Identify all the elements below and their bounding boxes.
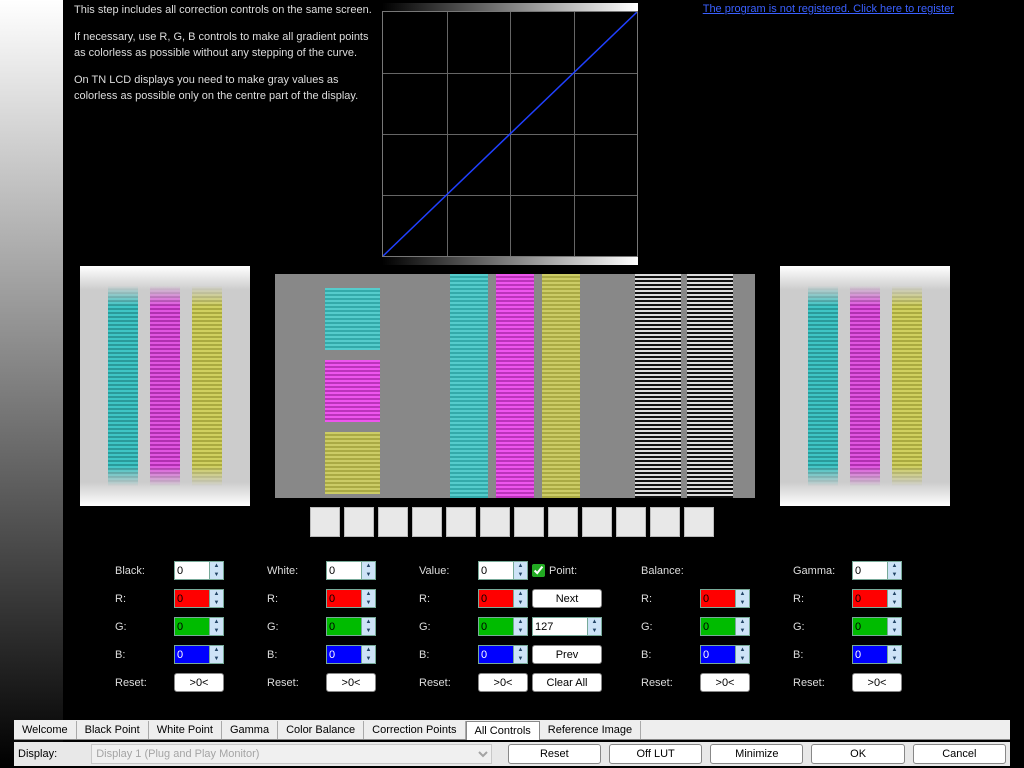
instruction-line-1: This step includes all correction contro… [74,3,374,18]
preview-panel-right [780,266,950,506]
value-reset-button[interactable]: >0< [478,673,528,692]
reset-button[interactable]: Reset [508,744,601,764]
point-index-spinner[interactable]: ▲▼ [532,617,602,636]
gamma-g-spinner[interactable]: ▲▼ [852,617,902,636]
swatch[interactable] [616,507,646,537]
off-lut-button[interactable]: Off LUT [609,744,702,764]
tab-color-balance[interactable]: Color Balance [278,721,364,739]
tab-bar: WelcomeBlack PointWhite PointGammaColor … [14,720,1010,740]
register-link[interactable]: The program is not registered. Click her… [703,3,954,15]
swatch[interactable] [548,507,578,537]
swatch[interactable] [412,507,442,537]
black-column: Black:▲▼ R:▲▼ G:▲▼ B:▲▼ Reset:>0< [115,560,245,693]
black-b-spinner[interactable]: ▲▼ [174,645,224,664]
cancel-button[interactable]: Cancel [913,744,1006,764]
tab-black-point[interactable]: Black Point [77,721,149,739]
left-gray-ramp [0,0,63,768]
preview-panel-left [80,266,250,506]
gamma-r-spinner[interactable]: ▲▼ [852,589,902,608]
point-checkbox[interactable] [532,564,545,577]
tab-reference-image[interactable]: Reference Image [540,721,641,739]
gamma-curve-chart [382,3,638,265]
value-b-spinner[interactable]: ▲▼ [478,645,528,664]
white-g-spinner[interactable]: ▲▼ [326,617,376,636]
white-r-spinner[interactable]: ▲▼ [326,589,376,608]
white-spinner[interactable]: ▲▼ [326,561,376,580]
display-select[interactable]: Display 1 (Plug and Play Monitor) [91,744,492,764]
tab-welcome[interactable]: Welcome [14,721,77,739]
instructions: This step includes all correction contro… [74,3,374,104]
swatch[interactable] [514,507,544,537]
preview-panel-center [275,274,755,498]
gamma-column: Gamma:▲▼ R:▲▼ G:▲▼ B:▲▼ Reset:>0< [793,560,923,693]
swatch[interactable] [446,507,476,537]
gamma-spinner[interactable]: ▲▼ [852,561,902,580]
swatch[interactable] [344,507,374,537]
tab-gamma[interactable]: Gamma [222,721,278,739]
footer-bar: Display: Display 1 (Plug and Play Monito… [14,742,1010,766]
balance-b-spinner[interactable]: ▲▼ [700,645,750,664]
chart-top-gradient [382,3,638,11]
black-label: Black: [115,565,170,577]
chart-bottom-gradient [382,257,638,265]
value-r-spinner[interactable]: ▲▼ [478,589,528,608]
value-column: Value: ▲▼ Point: R:▲▼Next G:▲▼▲▼ B:▲▼Pre… [419,560,619,693]
black-spinner[interactable]: ▲▼ [174,561,224,580]
balance-r-spinner[interactable]: ▲▼ [700,589,750,608]
swatch[interactable] [378,507,408,537]
balance-reset-button[interactable]: >0< [700,673,750,692]
value-spinner[interactable]: ▲▼ [478,561,528,580]
instruction-line-3: On TN LCD displays you need to make gray… [74,73,374,104]
black-g-spinner[interactable]: ▲▼ [174,617,224,636]
minimize-button[interactable]: Minimize [710,744,803,764]
display-label: Display: [18,748,83,760]
swatch[interactable] [582,507,612,537]
white-b-spinner[interactable]: ▲▼ [326,645,376,664]
tab-all-controls[interactable]: All Controls [466,721,540,740]
white-column: White:▲▼ R:▲▼ G:▲▼ B:▲▼ Reset:>0< [267,560,397,693]
black-reset-button[interactable]: >0< [174,673,224,692]
tab-correction-points[interactable]: Correction Points [364,721,465,739]
white-reset-button[interactable]: >0< [326,673,376,692]
swatch[interactable] [650,507,680,537]
next-button[interactable]: Next [532,589,602,608]
gamma-reset-button[interactable]: >0< [852,673,902,692]
ok-button[interactable]: OK [811,744,904,764]
swatch-row [310,507,714,537]
tab-white-point[interactable]: White Point [149,721,222,739]
black-r-spinner[interactable]: ▲▼ [174,589,224,608]
chart-grid[interactable] [382,11,638,257]
prev-button[interactable]: Prev [532,645,602,664]
instruction-line-2: If necessary, use R, G, B controls to ma… [74,30,374,61]
swatch[interactable] [684,507,714,537]
value-g-spinner[interactable]: ▲▼ [478,617,528,636]
swatch[interactable] [480,507,510,537]
clear-all-button[interactable]: Clear All [532,673,602,692]
balance-g-spinner[interactable]: ▲▼ [700,617,750,636]
balance-column: Balance: R:▲▼ G:▲▼ B:▲▼ Reset:>0< [641,560,771,693]
swatch[interactable] [310,507,340,537]
gamma-b-spinner[interactable]: ▲▼ [852,645,902,664]
